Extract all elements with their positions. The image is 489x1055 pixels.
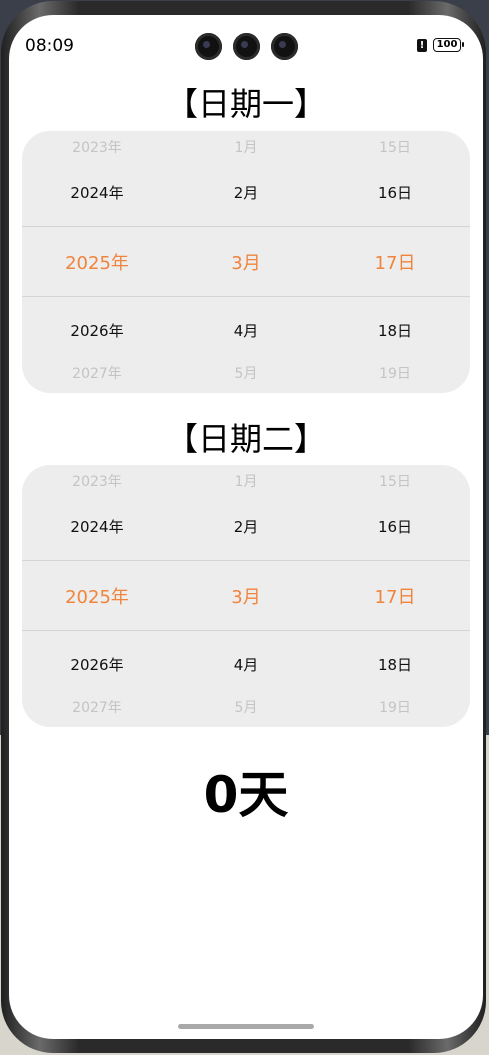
battery-icon: 100: [433, 38, 464, 52]
day-selected[interactable]: 17日: [320, 249, 470, 275]
alert-icon: !: [417, 39, 427, 52]
camera-lens-icon: [195, 33, 222, 60]
month-option[interactable]: 1月: [171, 137, 321, 157]
day-difference-result: 0天: [203, 766, 289, 824]
year-selected[interactable]: 2025年: [22, 583, 172, 609]
year-option[interactable]: 2027年: [22, 697, 172, 717]
year-option[interactable]: 2026年: [22, 654, 172, 675]
screen: 08:09 ! 100 【日期一】 2023年 2024年 2025年 2026…: [9, 15, 483, 1039]
month-option[interactable]: 5月: [171, 697, 321, 717]
year-option[interactable]: 2024年: [22, 516, 172, 537]
date-one-title: 【日期一】: [165, 85, 326, 123]
month-selected[interactable]: 3月: [171, 583, 321, 609]
day-option[interactable]: 19日: [320, 697, 470, 717]
year-option[interactable]: 2023年: [22, 471, 172, 491]
month-column[interactable]: 1月 2月 3月 4月 5月: [171, 465, 321, 727]
day-selected[interactable]: 17日: [320, 583, 470, 609]
day-option[interactable]: 16日: [320, 516, 470, 537]
year-option[interactable]: 2026年: [22, 320, 172, 341]
day-option[interactable]: 19日: [320, 363, 470, 383]
date-two-title: 【日期二】: [165, 420, 326, 458]
year-option[interactable]: 2024年: [22, 182, 172, 203]
day-column[interactable]: 15日 16日 17日 18日 19日: [320, 465, 470, 727]
month-selected[interactable]: 3月: [171, 249, 321, 275]
day-option[interactable]: 15日: [320, 137, 470, 157]
date-picker-two[interactable]: 2023年 2024年 2025年 2026年 2027年 1月 2月 3月 4…: [22, 465, 470, 727]
phone-frame: 08:09 ! 100 【日期一】 2023年 2024年 2025年 2026…: [1, 1, 486, 1053]
month-column[interactable]: 1月 2月 3月 4月 5月: [171, 131, 321, 393]
year-option[interactable]: 2027年: [22, 363, 172, 383]
month-option[interactable]: 2月: [171, 516, 321, 537]
year-selected[interactable]: 2025年: [22, 249, 172, 275]
month-option[interactable]: 2月: [171, 182, 321, 203]
month-option[interactable]: 4月: [171, 654, 321, 675]
day-option[interactable]: 18日: [320, 654, 470, 675]
day-option[interactable]: 15日: [320, 471, 470, 491]
status-bar: 08:09 ! 100: [9, 15, 483, 75]
day-option[interactable]: 18日: [320, 320, 470, 341]
year-column[interactable]: 2023年 2024年 2025年 2026年 2027年: [22, 465, 172, 727]
date-picker-one[interactable]: 2023年 2024年 2025年 2026年 2027年 1月 2月 3月 4…: [22, 131, 470, 393]
month-option[interactable]: 5月: [171, 363, 321, 383]
day-option[interactable]: 16日: [320, 182, 470, 203]
home-indicator[interactable]: [178, 1024, 314, 1029]
camera-lens-icon: [271, 33, 298, 60]
month-option[interactable]: 1月: [171, 471, 321, 491]
camera-lens-icon: [233, 33, 260, 60]
status-time: 08:09: [25, 36, 74, 56]
month-option[interactable]: 4月: [171, 320, 321, 341]
year-column[interactable]: 2023年 2024年 2025年 2026年 2027年: [22, 131, 172, 393]
day-column[interactable]: 15日 16日 17日 18日 19日: [320, 131, 470, 393]
year-option[interactable]: 2023年: [22, 137, 172, 157]
